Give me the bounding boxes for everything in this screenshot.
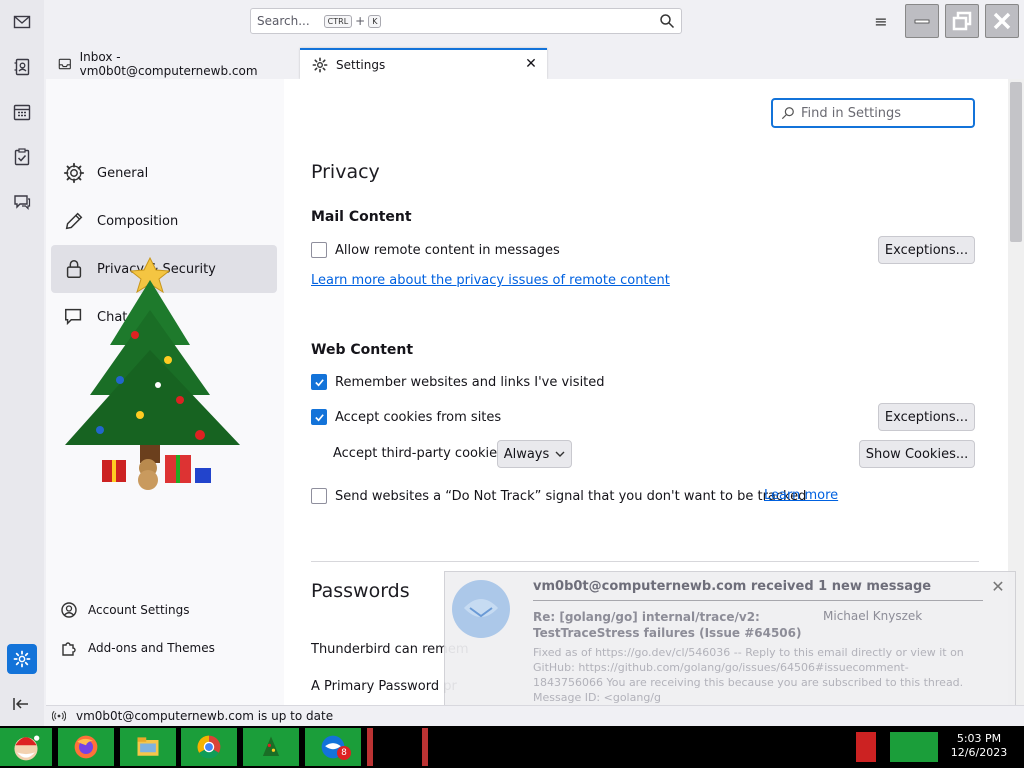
show-cookies-button[interactable]: Show Cookies...: [859, 440, 975, 468]
christmas-tree-icon: [262, 736, 280, 756]
gear-icon: [312, 57, 328, 72]
search-icon: [781, 107, 794, 120]
tab-settings[interactable]: Settings ✕: [300, 48, 547, 79]
do-not-track-label: Send websites a “Do Not Track” signal th…: [335, 488, 807, 504]
folder-icon: [137, 737, 159, 756]
tree-app-taskbar-button[interactable]: [243, 728, 299, 766]
close-window-button[interactable]: [985, 4, 1019, 38]
remote-exceptions-button[interactable]: Exceptions...: [878, 236, 975, 264]
clock-date: 12/6/2023: [950, 746, 1008, 759]
allow-remote-option[interactable]: Allow remote content in messages: [311, 242, 560, 258]
web-content-heading: Web Content: [311, 342, 414, 358]
category-label: General: [97, 165, 149, 181]
search-icon: [660, 14, 675, 29]
chat-space-icon[interactable]: [10, 190, 34, 214]
status-text: vm0b0t@computernewb.com is up to date: [76, 709, 334, 723]
firefox-taskbar-button[interactable]: [58, 728, 114, 766]
search-placeholder: Search...: [257, 14, 310, 28]
find-in-settings-input[interactable]: Find in Settings: [771, 98, 975, 128]
category-composition[interactable]: Composition: [51, 197, 277, 245]
gear-icon: [63, 162, 85, 184]
puzzle-icon: [62, 642, 76, 656]
restore-button[interactable]: [945, 4, 979, 38]
dnt-learn-more-link[interactable]: Learn more: [764, 488, 838, 503]
k-key-hint: K: [368, 14, 382, 28]
taskbar-divider: [367, 728, 373, 766]
primary-password-text: A Primary Password pr: [311, 679, 457, 694]
thunderbird-logo-icon: [452, 580, 510, 638]
global-search-input[interactable]: Search... CTRL + K: [250, 8, 682, 34]
ctrl-key-hint: CTRL: [323, 14, 353, 28]
notification-close-icon[interactable]: ✕: [990, 577, 1006, 596]
notification-divider: [533, 600, 983, 601]
notification-title: vm0b0t@computernewb.com received 1 new m…: [533, 579, 932, 594]
category-general[interactable]: General: [51, 149, 277, 197]
mail-icon[interactable]: [10, 10, 34, 34]
account-settings-icon: [61, 602, 77, 618]
find-placeholder: Find in Settings: [801, 105, 902, 121]
app-menu-icon[interactable]: ≡: [870, 10, 892, 32]
third-party-value: Always: [503, 446, 550, 462]
calendar-icon[interactable]: [10, 100, 34, 124]
cookie-exceptions-button[interactable]: Exceptions...: [878, 403, 975, 431]
tasks-icon[interactable]: [10, 145, 34, 169]
pencil-icon: [65, 212, 83, 230]
tab-inbox[interactable]: Inbox - vm0b0t@computernewb.com: [46, 48, 296, 79]
status-bar: vm0b0t@computernewb.com is up to date: [46, 705, 1024, 726]
account-settings-label: Account Settings: [88, 603, 190, 617]
tray-flag-icon[interactable]: [856, 732, 876, 762]
address-book-icon[interactable]: [10, 55, 34, 79]
plus-sign: +: [355, 14, 366, 28]
chrome-taskbar-button[interactable]: [181, 728, 237, 766]
addons-themes-link[interactable]: Add-ons and Themes: [60, 639, 215, 657]
account-settings-link[interactable]: Account Settings: [60, 601, 189, 619]
clock-time: 5:03 PM: [956, 732, 1002, 745]
thunderbird-taskbar-button[interactable]: 8: [305, 728, 361, 766]
gear-icon: [13, 650, 31, 668]
remember-sites-option[interactable]: Remember websites and links I've visited: [311, 374, 605, 390]
third-party-cookies-label: Accept third-party cookies:: [333, 446, 509, 461]
accept-cookies-label: Accept cookies from sites: [335, 409, 502, 425]
remember-sites-label: Remember websites and links I've visited: [335, 374, 605, 390]
accept-cookies-option[interactable]: Accept cookies from sites: [311, 409, 501, 425]
chrome-icon: [197, 735, 221, 759]
category-label: Composition: [97, 213, 179, 229]
minimize-button[interactable]: [905, 4, 939, 38]
privacy-heading: Privacy: [311, 161, 380, 183]
tab-inbox-label: Inbox - vm0b0t@computernewb.com: [79, 49, 258, 78]
online-status-icon[interactable]: [52, 709, 66, 723]
allow-remote-label: Allow remote content in messages: [335, 242, 560, 258]
santa-start-icon: [14, 735, 40, 761]
unread-badge: 8: [337, 746, 351, 760]
start-button[interactable]: [0, 728, 52, 766]
addons-themes-label: Add-ons and Themes: [88, 641, 215, 655]
section-divider: [311, 561, 979, 562]
allow-remote-checkbox[interactable]: [311, 242, 327, 258]
tray-clock[interactable]: 5:03 PM 12/6/2023: [940, 732, 1018, 760]
taskbar-divider: [422, 728, 428, 766]
tab-settings-label: Settings: [336, 57, 386, 72]
third-party-cookies-select[interactable]: Always: [497, 440, 572, 468]
firefox-icon: [74, 735, 98, 759]
file-explorer-taskbar-button[interactable]: [120, 728, 176, 766]
collapse-spaces-icon[interactable]: [10, 693, 32, 715]
settings-space-button[interactable]: [7, 644, 37, 674]
remember-sites-checkbox[interactable]: [311, 374, 327, 390]
do-not-track-checkbox[interactable]: [311, 488, 327, 504]
christmas-tree-decoration: [65, 256, 240, 490]
notification-body: Fixed as of https://go.dev/cl/546036 -- …: [533, 646, 964, 704]
mail-content-heading: Mail Content: [311, 209, 412, 225]
learn-remote-content-link[interactable]: Learn more about the privacy issues of r…: [311, 273, 670, 288]
passwords-heading: Passwords: [311, 580, 410, 602]
notification-subject: Re: [golang/go] internal/trace/v2: TestT…: [533, 610, 802, 640]
inbox-icon: [58, 58, 71, 69]
close-tab-icon[interactable]: ✕: [523, 56, 539, 72]
do-not-track-option[interactable]: Send websites a “Do Not Track” signal th…: [311, 488, 806, 504]
tray-icons[interactable]: [890, 732, 938, 762]
scrollbar-thumb[interactable]: [1010, 82, 1022, 242]
accept-cookies-checkbox[interactable]: [311, 409, 327, 425]
notification-sender: Michael Knyszek: [823, 609, 923, 623]
chevron-down-icon: [555, 451, 565, 457]
